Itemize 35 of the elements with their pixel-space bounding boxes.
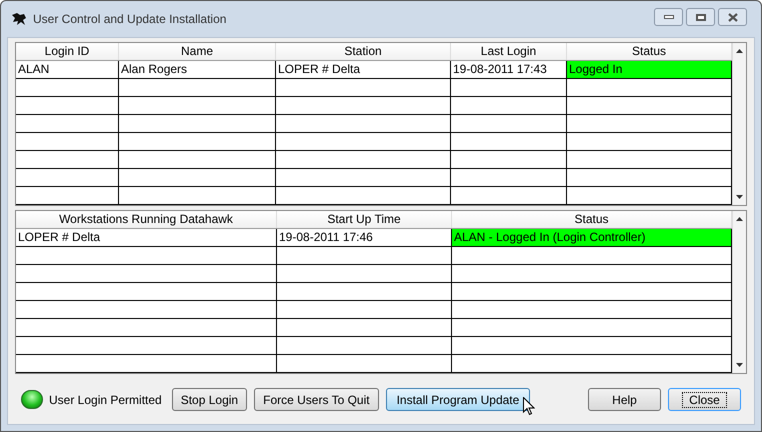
column-header[interactable]: Status [567, 43, 732, 60]
window-title: User Control and Update Installation [33, 11, 226, 28]
dialog-button[interactable]: Close [668, 388, 741, 411]
column-header[interactable]: Start Up Time [277, 211, 452, 228]
column-header[interactable]: Station [276, 43, 451, 60]
minimize-button[interactable] [654, 8, 683, 26]
table-cell: ALAN [16, 61, 119, 79]
column-header[interactable]: Name [119, 43, 276, 60]
scrollbar[interactable] [732, 43, 746, 205]
close-window-button[interactable] [718, 8, 747, 26]
scroll-up-icon[interactable] [736, 217, 743, 221]
table-cell: Alan Rogers [119, 61, 276, 79]
dialog-button[interactable]: Force Users To Quit [254, 388, 379, 411]
table-cell: ALAN - Logged In (Login Controller) [452, 229, 732, 247]
dialog-button[interactable]: Help [588, 388, 661, 411]
table-cell: Logged In [567, 61, 732, 79]
column-header[interactable]: Workstations Running Datahawk [16, 211, 277, 228]
scroll-down-icon[interactable] [736, 363, 743, 367]
table-cell: 19-08-2011 17:46 [277, 229, 452, 247]
minimize-icon [664, 15, 674, 19]
creature-icon [11, 12, 27, 26]
mouse-cursor-icon [523, 397, 536, 416]
scroll-up-icon[interactable] [736, 49, 743, 53]
column-header[interactable]: Status [452, 211, 732, 228]
table-cell: LOPER # Delta [276, 61, 451, 79]
maximize-button[interactable] [686, 8, 715, 26]
scrollbar[interactable] [732, 211, 746, 373]
column-header[interactable]: Last Login [451, 43, 567, 60]
close-icon [728, 12, 738, 22]
dialog-button[interactable]: Stop Login [172, 388, 248, 411]
column-header[interactable]: Login ID [16, 43, 119, 60]
indicator-label: User Login Permitted [49, 392, 162, 408]
maximize-icon [696, 14, 706, 20]
table-cell: LOPER # Delta [16, 229, 277, 247]
scroll-down-icon[interactable] [736, 195, 743, 199]
